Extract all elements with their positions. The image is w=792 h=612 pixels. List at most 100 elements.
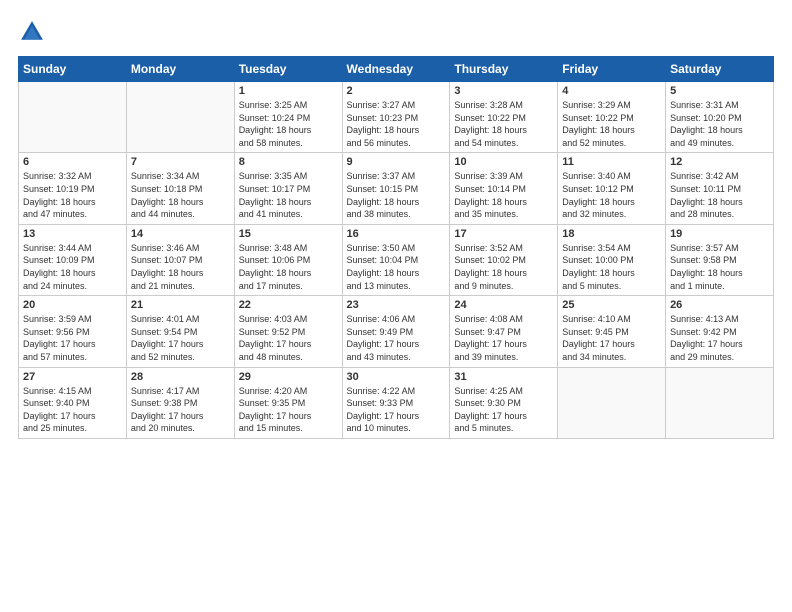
week-row-1: 1 Sunrise: 3:25 AM Sunset: 10:24 PM Dayli… <box>19 82 774 153</box>
day-info: Sunrise: 3:54 AM Sunset: 10:00 PM Daylig… <box>562 242 661 292</box>
day-cell: 5 Sunrise: 3:31 AM Sunset: 10:20 PM Dayli… <box>666 82 774 153</box>
day-cell: 20 Sunrise: 3:59 AM Sunset: 9:56 PM Dayli… <box>19 296 127 367</box>
day-info: Sunrise: 4:08 AM Sunset: 9:47 PM Dayligh… <box>454 313 553 363</box>
day-cell <box>19 82 127 153</box>
logo-icon <box>18 18 46 46</box>
day-cell: 21Sunrise: 4:01 AM Sunset: 9:54 PM Dayli… <box>126 296 234 367</box>
day-cell: 24 Sunrise: 4:08 AM Sunset: 9:47 PM Dayli… <box>450 296 558 367</box>
day-number: 6 <box>23 156 122 168</box>
logo <box>18 18 50 46</box>
day-number: 23 <box>347 299 446 311</box>
day-number: 9 <box>347 156 446 168</box>
day-number: 8 <box>239 156 338 168</box>
weekday-saturday: Saturday <box>666 57 774 82</box>
day-number: 27 <box>23 371 122 383</box>
day-cell: 29Sunrise: 4:20 AM Sunset: 9:35 PM Dayli… <box>234 367 342 438</box>
day-cell: 14 Sunrise: 3:46 AM Sunset: 10:07 PM Dayl… <box>126 224 234 295</box>
day-cell: 9 Sunrise: 3:37 AM Sunset: 10:15 PM Dayli… <box>342 153 450 224</box>
day-cell: 19 Sunrise: 3:57 AM Sunset: 9:58 PM Dayli… <box>666 224 774 295</box>
day-cell: 2 Sunrise: 3:27 AM Sunset: 10:23 PM Dayli… <box>342 82 450 153</box>
day-info: Sunrise: 4:22 AM Sunset: 9:33 PM Dayligh… <box>347 385 446 435</box>
day-info: Sunrise: 3:35 AM Sunset: 10:17 PM Daylig… <box>239 170 338 220</box>
day-cell: 1 Sunrise: 3:25 AM Sunset: 10:24 PM Dayli… <box>234 82 342 153</box>
day-number: 12 <box>670 156 769 168</box>
day-cell: 10 Sunrise: 3:39 AM Sunset: 10:14 PM Dayl… <box>450 153 558 224</box>
day-cell <box>666 367 774 438</box>
day-info: Sunrise: 4:06 AM Sunset: 9:49 PM Dayligh… <box>347 313 446 363</box>
day-number: 4 <box>562 85 661 97</box>
day-number: 15 <box>239 228 338 240</box>
weekday-wednesday: Wednesday <box>342 57 450 82</box>
day-info: Sunrise: 3:31 AM Sunset: 10:20 PM Daylig… <box>670 99 769 149</box>
day-info: Sunrise: 4:15 AM Sunset: 9:40 PM Dayligh… <box>23 385 122 435</box>
day-cell: 15 Sunrise: 3:48 AM Sunset: 10:06 PM Dayl… <box>234 224 342 295</box>
weekday-monday: Monday <box>126 57 234 82</box>
weekday-header-row: SundayMondayTuesdayWednesdayThursdayFrid… <box>19 57 774 82</box>
day-cell: 12Sunrise: 3:42 AM Sunset: 10:11 PM Dayl… <box>666 153 774 224</box>
day-info: Sunrise: 3:27 AM Sunset: 10:23 PM Daylig… <box>347 99 446 149</box>
day-cell: 7 Sunrise: 3:34 AM Sunset: 10:18 PM Dayli… <box>126 153 234 224</box>
day-number: 19 <box>670 228 769 240</box>
day-info: Sunrise: 3:50 AM Sunset: 10:04 PM Daylig… <box>347 242 446 292</box>
day-cell: 26 Sunrise: 4:13 AM Sunset: 9:42 PM Dayli… <box>666 296 774 367</box>
day-cell: 13 Sunrise: 3:44 AM Sunset: 10:09 PM Dayl… <box>19 224 127 295</box>
weekday-friday: Friday <box>558 57 666 82</box>
day-cell: 25Sunrise: 4:10 AM Sunset: 9:45 PM Dayli… <box>558 296 666 367</box>
day-info: Sunrise: 3:40 AM Sunset: 10:12 PM Daylig… <box>562 170 661 220</box>
weekday-sunday: Sunday <box>19 57 127 82</box>
day-number: 10 <box>454 156 553 168</box>
day-info: Sunrise: 3:59 AM Sunset: 9:56 PM Dayligh… <box>23 313 122 363</box>
day-info: Sunrise: 4:03 AM Sunset: 9:52 PM Dayligh… <box>239 313 338 363</box>
week-row-5: 27 Sunrise: 4:15 AM Sunset: 9:40 PM Dayli… <box>19 367 774 438</box>
day-cell: 18 Sunrise: 3:54 AM Sunset: 10:00 PM Dayl… <box>558 224 666 295</box>
day-info: Sunrise: 3:39 AM Sunset: 10:14 PM Daylig… <box>454 170 553 220</box>
day-cell: 6 Sunrise: 3:32 AM Sunset: 10:19 PM Dayli… <box>19 153 127 224</box>
day-info: Sunrise: 3:29 AM Sunset: 10:22 PM Daylig… <box>562 99 661 149</box>
day-number: 22 <box>239 299 338 311</box>
day-info: Sunrise: 3:34 AM Sunset: 10:18 PM Daylig… <box>131 170 230 220</box>
day-number: 2 <box>347 85 446 97</box>
weekday-thursday: Thursday <box>450 57 558 82</box>
page: SundayMondayTuesdayWednesdayThursdayFrid… <box>0 0 792 612</box>
day-number: 24 <box>454 299 553 311</box>
day-info: Sunrise: 3:32 AM Sunset: 10:19 PM Daylig… <box>23 170 122 220</box>
day-info: Sunrise: 3:44 AM Sunset: 10:09 PM Daylig… <box>23 242 122 292</box>
day-number: 20 <box>23 299 122 311</box>
day-number: 7 <box>131 156 230 168</box>
day-cell: 27 Sunrise: 4:15 AM Sunset: 9:40 PM Dayli… <box>19 367 127 438</box>
calendar-table: SundayMondayTuesdayWednesdayThursdayFrid… <box>18 56 774 439</box>
day-cell: 8 Sunrise: 3:35 AM Sunset: 10:17 PM Dayli… <box>234 153 342 224</box>
day-cell: 17Sunrise: 3:52 AM Sunset: 10:02 PM Dayl… <box>450 224 558 295</box>
day-number: 30 <box>347 371 446 383</box>
day-number: 1 <box>239 85 338 97</box>
weekday-tuesday: Tuesday <box>234 57 342 82</box>
day-info: Sunrise: 3:48 AM Sunset: 10:06 PM Daylig… <box>239 242 338 292</box>
day-number: 18 <box>562 228 661 240</box>
day-number: 26 <box>670 299 769 311</box>
day-cell: 23 Sunrise: 4:06 AM Sunset: 9:49 PM Dayli… <box>342 296 450 367</box>
day-cell: 3 Sunrise: 3:28 AM Sunset: 10:22 PM Dayli… <box>450 82 558 153</box>
day-number: 13 <box>23 228 122 240</box>
day-info: Sunrise: 4:13 AM Sunset: 9:42 PM Dayligh… <box>670 313 769 363</box>
day-number: 21 <box>131 299 230 311</box>
day-number: 28 <box>131 371 230 383</box>
day-info: Sunrise: 3:28 AM Sunset: 10:22 PM Daylig… <box>454 99 553 149</box>
week-row-3: 13 Sunrise: 3:44 AM Sunset: 10:09 PM Dayl… <box>19 224 774 295</box>
day-cell <box>558 367 666 438</box>
day-cell <box>126 82 234 153</box>
day-number: 11 <box>562 156 661 168</box>
day-info: Sunrise: 3:37 AM Sunset: 10:15 PM Daylig… <box>347 170 446 220</box>
day-info: Sunrise: 3:46 AM Sunset: 10:07 PM Daylig… <box>131 242 230 292</box>
day-cell: 28Sunrise: 4:17 AM Sunset: 9:38 PM Dayli… <box>126 367 234 438</box>
day-info: Sunrise: 3:25 AM Sunset: 10:24 PM Daylig… <box>239 99 338 149</box>
day-cell: 11 Sunrise: 3:40 AM Sunset: 10:12 PM Dayl… <box>558 153 666 224</box>
day-number: 5 <box>670 85 769 97</box>
week-row-2: 6 Sunrise: 3:32 AM Sunset: 10:19 PM Dayli… <box>19 153 774 224</box>
day-cell: 22 Sunrise: 4:03 AM Sunset: 9:52 PM Dayli… <box>234 296 342 367</box>
day-number: 3 <box>454 85 553 97</box>
day-number: 29 <box>239 371 338 383</box>
day-number: 14 <box>131 228 230 240</box>
day-cell: 4 Sunrise: 3:29 AM Sunset: 10:22 PM Dayli… <box>558 82 666 153</box>
day-cell: 16Sunrise: 3:50 AM Sunset: 10:04 PM Dayl… <box>342 224 450 295</box>
day-info: Sunrise: 3:57 AM Sunset: 9:58 PM Dayligh… <box>670 242 769 292</box>
